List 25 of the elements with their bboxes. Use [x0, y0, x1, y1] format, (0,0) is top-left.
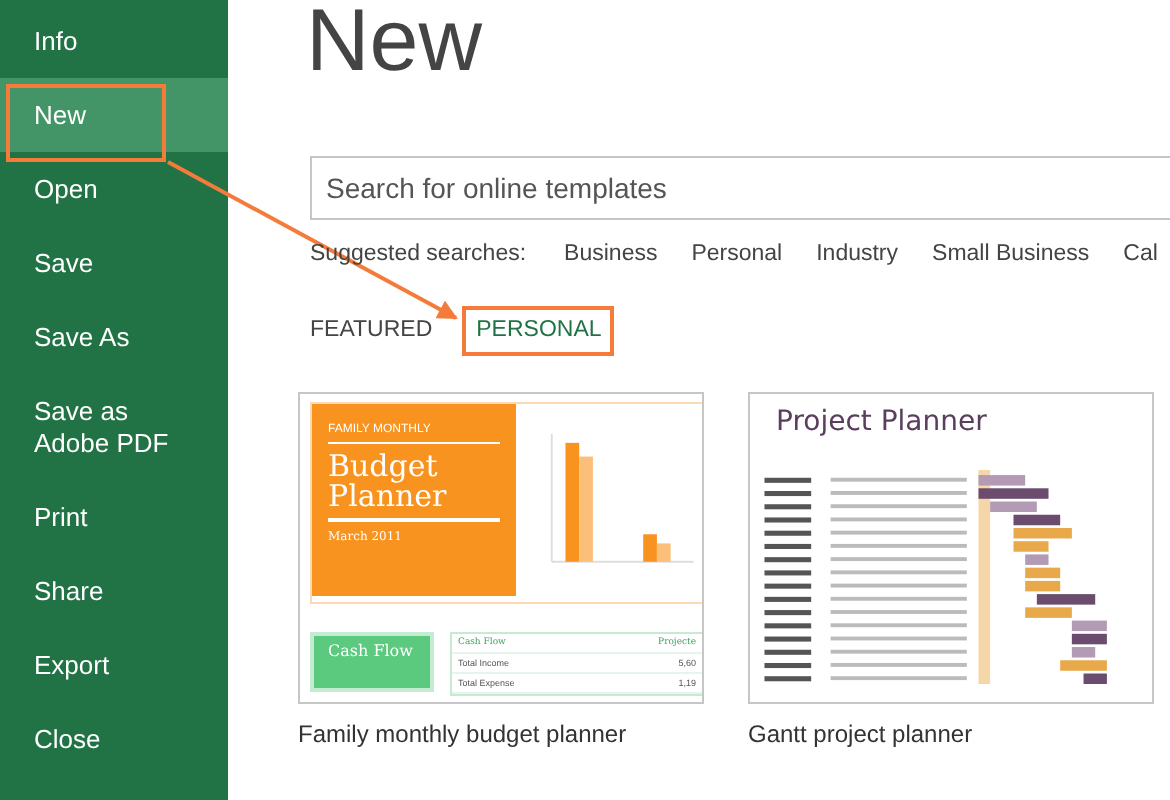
page-title: New — [306, 0, 485, 94]
sidebar-item[interactable]: Save — [0, 226, 228, 300]
sidebar-item[interactable]: Share — [0, 554, 228, 628]
search-field[interactable]: Search for online templates — [310, 156, 1170, 220]
sidebar-item[interactable]: Open — [0, 152, 228, 226]
suggested-search-link[interactable]: Cal — [1123, 242, 1158, 266]
suggested-search-link[interactable]: Industry — [816, 242, 899, 266]
category-tab[interactable]: FEATURED — [310, 312, 433, 348]
template-thumbnail[interactable]: Project Planner — [748, 392, 1154, 704]
suggested-search-link[interactable]: Personal — [691, 242, 783, 266]
sidebar-item[interactable]: Info — [0, 4, 228, 78]
sidebar-item[interactable]: Save As — [0, 300, 228, 374]
sidebar-item[interactable]: Print — [0, 480, 228, 554]
sidebar-item[interactable]: Close — [0, 702, 228, 776]
section-block: Cash Flow — [310, 632, 434, 692]
suggested-search-link[interactable]: Small Business — [932, 242, 1090, 266]
planner-title: Project Planner — [776, 406, 989, 438]
suggested-search-link[interactable]: Business — [564, 242, 658, 266]
template-caption: Gantt project planner — [748, 720, 975, 748]
sidebar-item[interactable]: Save as Adobe PDF — [0, 374, 228, 480]
cover-title: Budget Planner — [328, 452, 500, 522]
sidebar-item[interactable]: New — [0, 78, 228, 152]
template-caption: Family monthly budget planner — [298, 720, 629, 748]
category-tab[interactable]: PERSONAL — [476, 312, 602, 348]
sidebar-item[interactable]: Export — [0, 628, 228, 702]
